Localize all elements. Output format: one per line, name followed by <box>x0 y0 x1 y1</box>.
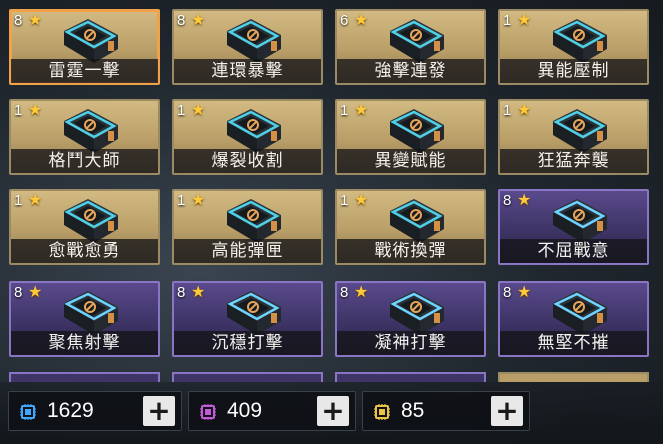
card-high-energy-mag[interactable]: 1 ★ 高能彈匣 <box>172 189 323 265</box>
resource-blue: 1629 + <box>8 391 182 431</box>
star-icon: ★ <box>28 190 43 209</box>
card-level: 1 <box>14 192 23 209</box>
card-partial[interactable] <box>9 372 160 382</box>
card-name: 強擊連發 <box>337 59 484 83</box>
card-name: 雷霆一擊 <box>11 59 158 83</box>
card-name: 沉穩打擊 <box>174 331 321 355</box>
card-level: 1 <box>503 12 512 29</box>
card-name: 聚焦射擊 <box>11 331 158 355</box>
star-icon: ★ <box>28 10 43 29</box>
card-name: 異能壓制 <box>500 59 647 83</box>
card-focus-shot[interactable]: 8 ★ 聚焦射擊 <box>9 281 160 357</box>
blue-chip-icon <box>19 403 37 421</box>
star-icon: ★ <box>191 190 206 209</box>
card-level: 1 <box>340 102 349 119</box>
resource-value: 409 <box>227 399 263 422</box>
card-name: 愈戰愈勇 <box>11 239 158 263</box>
card-frenzy-rush[interactable]: 1 ★ 狂猛奔襲 <box>498 99 649 175</box>
add-gold-button[interactable]: + <box>491 396 523 426</box>
card-name: 狂猛奔襲 <box>500 149 647 173</box>
card-name: 不屈戰意 <box>500 239 647 263</box>
card-name: 戰術換彈 <box>337 239 484 263</box>
star-icon: ★ <box>517 190 532 209</box>
card-level: 1 <box>177 102 186 119</box>
star-icon: ★ <box>517 10 532 29</box>
card-partial[interactable] <box>172 372 323 382</box>
card-level: 1 <box>503 102 512 119</box>
star-icon: ★ <box>191 282 206 301</box>
star-icon: ★ <box>354 10 369 29</box>
card-indomitable-will[interactable]: 8 ★ 不屈戰意 <box>498 189 649 265</box>
resource-value: 85 <box>401 399 425 422</box>
card-name: 爆裂收割 <box>174 149 321 173</box>
card-steady-strike[interactable]: 8 ★ 沉穩打擊 <box>172 281 323 357</box>
card-grid: 8 ★ 雷霆一擊 8 ★ 連環暴擊 6 ★ 強擊連發 1 ★ 異能壓制 1 ★ … <box>0 0 663 444</box>
gold-chip-icon <box>373 403 391 421</box>
star-icon: ★ <box>517 100 532 119</box>
card-burst-fire[interactable]: 6 ★ 強擊連發 <box>335 9 486 85</box>
card-explosive-harvest[interactable]: 1 ★ 爆裂收割 <box>172 99 323 175</box>
card-level: 6 <box>340 12 349 29</box>
card-level: 8 <box>340 284 349 301</box>
card-level: 8 <box>503 192 512 209</box>
star-icon: ★ <box>517 282 532 301</box>
card-tactical-reload[interactable]: 1 ★ 戰術換彈 <box>335 189 486 265</box>
card-level: 8 <box>14 284 23 301</box>
star-icon: ★ <box>354 100 369 119</box>
card-level: 8 <box>503 284 512 301</box>
card-level: 1 <box>340 192 349 209</box>
star-icon: ★ <box>191 100 206 119</box>
card-mutation-empower[interactable]: 1 ★ 異變賦能 <box>335 99 486 175</box>
card-chain-crit[interactable]: 8 ★ 連環暴擊 <box>172 9 323 85</box>
resource-gold: 85 + <box>362 391 530 431</box>
card-name: 無堅不摧 <box>500 331 647 355</box>
card-partial[interactable] <box>498 372 649 382</box>
card-name: 異變賦能 <box>337 149 484 173</box>
card-combat-master[interactable]: 1 ★ 格鬥大師 <box>9 99 160 175</box>
card-concentrated-strike[interactable]: 8 ★ 凝神打擊 <box>335 281 486 357</box>
star-icon: ★ <box>28 282 43 301</box>
card-level: 1 <box>14 102 23 119</box>
card-battle-fury[interactable]: 1 ★ 愈戰愈勇 <box>9 189 160 265</box>
add-purple-button[interactable]: + <box>317 396 349 426</box>
card-level: 8 <box>14 12 23 29</box>
card-unstoppable[interactable]: 8 ★ 無堅不摧 <box>498 281 649 357</box>
card-name: 格鬥大師 <box>11 149 158 173</box>
purple-chip-icon <box>199 403 217 421</box>
card-lightning-strike[interactable]: 8 ★ 雷霆一擊 <box>9 9 160 85</box>
star-icon: ★ <box>354 282 369 301</box>
card-name: 高能彈匣 <box>174 239 321 263</box>
add-blue-button[interactable]: + <box>143 396 175 426</box>
card-level: 1 <box>177 192 186 209</box>
resource-purple: 409 + <box>188 391 356 431</box>
resource-value: 1629 <box>47 399 94 422</box>
star-icon: ★ <box>354 190 369 209</box>
star-icon: ★ <box>28 100 43 119</box>
card-level: 8 <box>177 12 186 29</box>
star-icon: ★ <box>191 10 206 29</box>
card-name: 凝神打擊 <box>337 331 484 355</box>
card-partial[interactable] <box>335 372 486 382</box>
card-ability-suppress[interactable]: 1 ★ 異能壓制 <box>498 9 649 85</box>
card-level: 8 <box>177 284 186 301</box>
card-name: 連環暴擊 <box>174 59 321 83</box>
